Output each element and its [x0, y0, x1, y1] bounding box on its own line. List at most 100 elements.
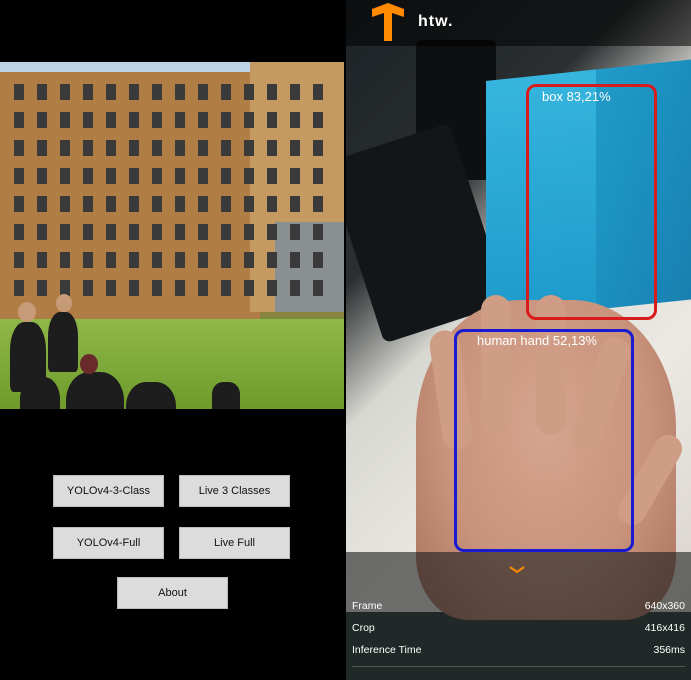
window: [267, 140, 277, 156]
window: [244, 140, 254, 156]
window: [14, 280, 24, 296]
window: [198, 84, 208, 100]
window: [221, 140, 231, 156]
window: [129, 84, 139, 100]
person-head: [18, 302, 36, 322]
window: [244, 252, 254, 268]
yolov4-full-button[interactable]: YOLOv4-Full: [53, 527, 164, 559]
glass-pavilion: [275, 222, 344, 312]
window: [83, 224, 93, 240]
window: [152, 168, 162, 184]
window: [37, 224, 47, 240]
window: [313, 140, 323, 156]
window: [198, 112, 208, 128]
window: [152, 252, 162, 268]
window: [244, 112, 254, 128]
window: [152, 84, 162, 100]
detection-label-hand: human hand 52,13%: [477, 333, 597, 348]
person: [48, 312, 78, 372]
window: [152, 280, 162, 296]
window: [290, 280, 300, 296]
window: [198, 140, 208, 156]
window: [83, 252, 93, 268]
crop-row: Crop 416x416: [352, 618, 685, 638]
person-head: [80, 354, 98, 374]
window: [83, 168, 93, 184]
window: [198, 224, 208, 240]
live-3-classes-button[interactable]: Live 3 Classes: [179, 475, 290, 507]
window: [129, 224, 139, 240]
window: [244, 168, 254, 184]
window: [129, 280, 139, 296]
window: [290, 196, 300, 212]
divider: [352, 666, 685, 667]
window: [221, 168, 231, 184]
window: [267, 112, 277, 128]
crop-label: Crop: [352, 622, 375, 634]
window: [221, 224, 231, 240]
frame-value: 640x360: [644, 600, 685, 612]
window: [37, 196, 47, 212]
chevron-down-icon[interactable]: [508, 566, 526, 574]
live-detection-screen: htw. box 83,21% human hand 52,13% Frame …: [346, 0, 691, 680]
window: [60, 84, 70, 100]
window: [290, 84, 300, 100]
window: [152, 196, 162, 212]
window: [221, 252, 231, 268]
crop-value: 416x416: [644, 622, 685, 634]
window: [244, 84, 254, 100]
window: [313, 280, 323, 296]
window: [313, 196, 323, 212]
window: [129, 168, 139, 184]
detection-box-box: [526, 84, 657, 320]
window: [14, 84, 24, 100]
window: [313, 252, 323, 268]
yolov4-3-class-button[interactable]: YOLOv4-3-Class: [53, 475, 164, 507]
window: [83, 196, 93, 212]
window: [14, 224, 24, 240]
window: [37, 112, 47, 128]
window: [14, 196, 24, 212]
window: [60, 168, 70, 184]
window: [152, 112, 162, 128]
person: [66, 372, 124, 409]
detection-box-hand: [454, 329, 634, 552]
window: [129, 196, 139, 212]
about-button[interactable]: About: [117, 577, 228, 609]
window: [221, 196, 231, 212]
window: [83, 140, 93, 156]
window: [198, 196, 208, 212]
window: [313, 168, 323, 184]
bottom-sheet[interactable]: Frame 640x360 Crop 416x416 Inference Tim…: [346, 552, 691, 680]
window: [198, 252, 208, 268]
window: [14, 112, 24, 128]
window: [152, 224, 162, 240]
window: [60, 224, 70, 240]
window: [267, 84, 277, 100]
window: [60, 252, 70, 268]
window: [290, 224, 300, 240]
window: [198, 280, 208, 296]
window: [37, 280, 47, 296]
window: [106, 280, 116, 296]
window: [244, 280, 254, 296]
window: [175, 168, 185, 184]
window: [221, 112, 231, 128]
window: [175, 140, 185, 156]
window: [60, 112, 70, 128]
window: [14, 252, 24, 268]
window: [129, 140, 139, 156]
window: [313, 224, 323, 240]
person-head: [56, 294, 72, 312]
window: [313, 84, 323, 100]
inference-time-row: Inference Time 356ms: [352, 640, 685, 660]
window: [83, 280, 93, 296]
window: [175, 112, 185, 128]
live-full-button[interactable]: Live Full: [179, 527, 290, 559]
window: [267, 280, 277, 296]
window: [290, 140, 300, 156]
detection-label-box: box 83,21%: [542, 89, 611, 104]
window: [267, 168, 277, 184]
home-screen: YOLOv4-3-Class Live 3 Classes YOLOv4-Ful…: [0, 0, 344, 680]
window: [37, 252, 47, 268]
